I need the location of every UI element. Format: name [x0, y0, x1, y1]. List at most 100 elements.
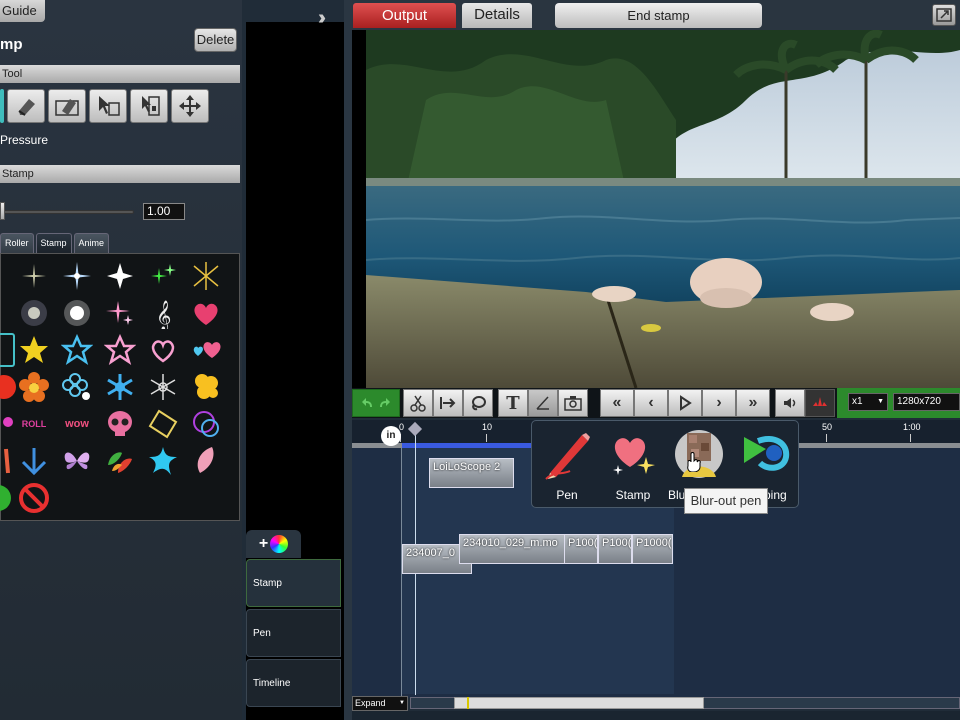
svg-text:𝄞: 𝄞: [156, 300, 171, 329]
star-pink-outline-stamp[interactable]: [103, 333, 137, 367]
play-button[interactable]: [668, 389, 702, 417]
expand-view-button[interactable]: [932, 4, 956, 26]
size-slider-track[interactable]: [0, 210, 134, 214]
tab-stamp[interactable]: Stamp: [35, 233, 72, 253]
treble-clef-icon: 𝄞: [156, 300, 171, 329]
undo-icon: [362, 398, 372, 407]
record-button[interactable]: [805, 389, 835, 417]
petal-pink-stamp[interactable]: [189, 444, 223, 478]
eraser-tool-button[interactable]: [7, 89, 45, 123]
cut-button[interactable]: [403, 389, 433, 417]
delete-button[interactable]: Delete: [194, 28, 237, 52]
wow-text-stamp[interactable]: wow: [60, 407, 94, 441]
video-preview[interactable]: [352, 30, 960, 388]
glow-dim-stamp[interactable]: [17, 296, 51, 330]
sparkle-blue-stamp[interactable]: [60, 259, 94, 293]
lasso-button[interactable]: [463, 389, 493, 417]
ball-green-stamp[interactable]: [0, 481, 15, 515]
side-tab-stamp[interactable]: Stamp: [246, 559, 341, 607]
selected-stamp[interactable]: [0, 333, 15, 367]
roll-text-stamp[interactable]: ROLL: [17, 407, 51, 441]
rewind-button[interactable]: «: [600, 389, 634, 417]
snowflake-white-stamp[interactable]: [146, 370, 180, 404]
snapshot-button[interactable]: [558, 389, 588, 417]
snowflake-blue-stamp[interactable]: [103, 370, 137, 404]
double-right-icon: »: [748, 394, 758, 411]
clip-image[interactable]: P100(: [564, 534, 598, 564]
heart-outline-stamp[interactable]: [146, 333, 180, 367]
clip-title[interactable]: LoiLoScope 2: [429, 458, 514, 488]
circles-outline-stamp[interactable]: [189, 407, 223, 441]
sparkle-pink-icon: [106, 301, 133, 325]
select-tool-button[interactable]: [89, 89, 127, 123]
stamp-edit-tool-button[interactable]: [130, 89, 168, 123]
stamp-category-tabs: Roller Stamp Anime: [0, 233, 110, 253]
expand-select[interactable]: Expand ▼: [352, 696, 408, 711]
skull-pink-stamp[interactable]: [103, 407, 137, 441]
scissors-icon: [410, 395, 426, 412]
timeline-selection-bar[interactable]: [402, 443, 534, 448]
sparkle-pink-stamp[interactable]: [103, 296, 137, 330]
treble-clef-stamp[interactable]: 𝄞: [146, 296, 180, 330]
tab-roller[interactable]: Roller: [0, 233, 34, 253]
sparkle-white-stamp[interactable]: [103, 259, 137, 293]
camera-icon: [564, 396, 582, 411]
heart-red-stamp[interactable]: [189, 296, 223, 330]
sparkle-dim-stamp[interactable]: [17, 259, 51, 293]
film-eraser-tool-button[interactable]: [48, 89, 86, 123]
guide-tab[interactable]: Guide: [0, 0, 45, 22]
step-back-button[interactable]: ‹: [634, 389, 668, 417]
flower-orange-stamp[interactable]: [17, 370, 51, 404]
step-forward-button[interactable]: ›: [702, 389, 736, 417]
split-button[interactable]: [433, 389, 463, 417]
side-tab-pen[interactable]: Pen: [246, 609, 341, 657]
shuriken-cyan-stamp[interactable]: [146, 444, 180, 478]
heart-red-icon: [194, 303, 218, 325]
tab-details[interactable]: Details: [462, 3, 532, 28]
popup-item-stamp[interactable]: Stamp: [602, 425, 664, 505]
fast-forward-button[interactable]: »: [736, 389, 770, 417]
in-point-marker[interactable]: in: [381, 426, 401, 446]
sparkle-gold-stamp[interactable]: [189, 259, 223, 293]
tab-anime[interactable]: Anime: [73, 233, 110, 253]
flower-blue-stamp[interactable]: [60, 370, 94, 404]
double-left-icon: «: [612, 394, 622, 411]
star-blue-outline-stamp[interactable]: [60, 333, 94, 367]
size-slider-thumb[interactable]: [0, 202, 5, 220]
clip-video[interactable]: 234010_029_m.mo: [459, 534, 565, 564]
leaves-stamp[interactable]: [103, 444, 137, 478]
move-tool-button[interactable]: [171, 89, 209, 123]
sparkle-green-stamp[interactable]: [146, 259, 180, 293]
prohibited-stamp[interactable]: [17, 481, 51, 515]
arrow-down-stamp[interactable]: [17, 444, 51, 478]
flower-yellow-stamp[interactable]: [189, 370, 223, 404]
popup-item-pen[interactable]: Pen: [536, 425, 598, 505]
diamond-outline-stamp[interactable]: [146, 407, 180, 441]
resolution-select[interactable]: 1280x720: [893, 393, 960, 411]
size-value-field[interactable]: 1.00: [143, 203, 185, 220]
glow-white-stamp[interactable]: [60, 296, 94, 330]
stamp-tool-button[interactable]: [0, 89, 4, 123]
star-yellow-stamp[interactable]: [17, 333, 51, 367]
add-color-button[interactable]: +: [246, 530, 301, 558]
tab-output[interactable]: Output: [353, 3, 456, 28]
timeline-scrollbar-thumb[interactable]: [454, 697, 704, 709]
pressure-label[interactable]: Pressure: [0, 133, 48, 147]
hearts-pair-stamp[interactable]: [189, 333, 223, 367]
side-tab-timeline[interactable]: Timeline: [246, 659, 341, 707]
film-eraser-icon: [55, 99, 79, 116]
speed-select[interactable]: x1 ▼: [848, 393, 888, 411]
undo-redo-buttons[interactable]: [352, 389, 400, 417]
clip-image[interactable]: P1000(: [632, 534, 673, 564]
collapse-panel-icon[interactable]: ›››: [318, 7, 326, 30]
end-stamp-button[interactable]: End stamp: [555, 3, 762, 28]
pen-tool-button[interactable]: [528, 389, 558, 417]
clip-image[interactable]: P100(: [598, 534, 632, 564]
audio-group: [775, 388, 835, 418]
panel-divider[interactable]: [344, 0, 352, 720]
audio-button[interactable]: [775, 389, 805, 417]
butterfly-stamp[interactable]: [60, 444, 94, 478]
flower-yellow-icon: [195, 374, 218, 399]
text-button[interactable]: T: [498, 389, 528, 417]
sparkle-green-icon: [151, 264, 176, 284]
